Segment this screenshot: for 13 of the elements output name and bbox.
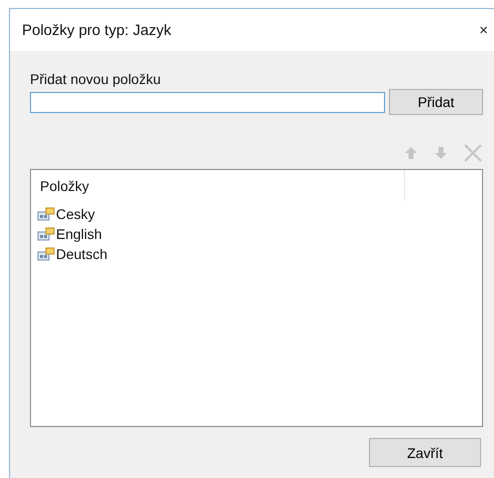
field-label: Přidat novou položku [30, 71, 162, 87]
input-field[interactable] [30, 92, 385, 112]
item-icon [37, 207, 55, 221]
item-icon [37, 247, 55, 261]
column-header[interactable]: Položky [31, 170, 404, 204]
list-item[interactable]: Deutsch [56, 246, 108, 262]
list-item[interactable]: Cesky [56, 206, 95, 222]
item-icon [37, 227, 55, 241]
list-item[interactable]: English [56, 226, 102, 242]
window-title: Položky pro typ: Jazyk [22, 22, 172, 38]
close-button[interactable]: Zavřít [369, 438, 481, 467]
close-icon[interactable]: × [479, 22, 488, 38]
add-button[interactable]: Přidat [389, 89, 483, 115]
